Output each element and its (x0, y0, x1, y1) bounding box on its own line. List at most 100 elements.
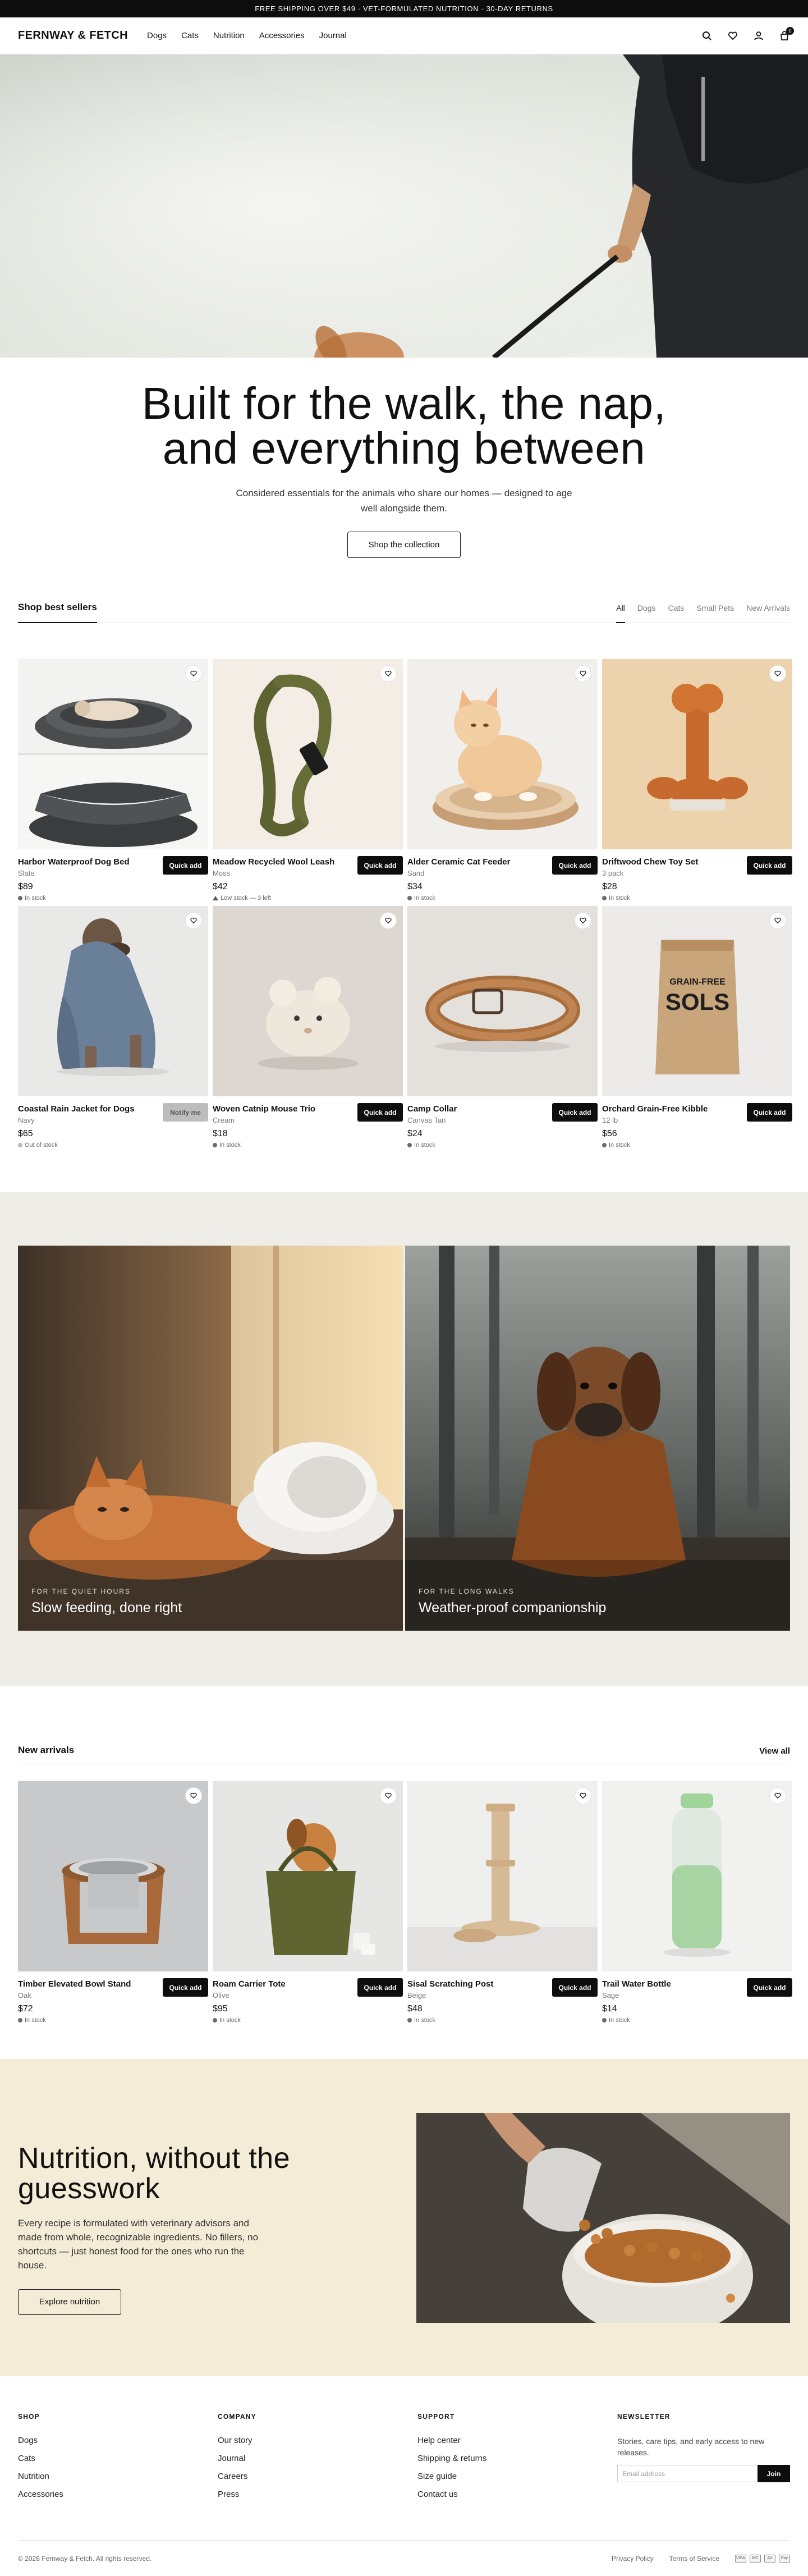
product-card[interactable]: Woven Catnip Mouse Trio Cream $18 In sto… (213, 906, 403, 1153)
quick-add-button[interactable]: Quick add (163, 1978, 208, 1997)
footer-link[interactable]: Nutrition (18, 2472, 218, 2481)
product-card[interactable]: Sisal Scratching Post Beige $48 In stock… (407, 1781, 598, 2028)
footer-link[interactable]: Cats (18, 2454, 218, 2463)
terms-of-service-link[interactable]: Terms of Service (669, 2555, 719, 2563)
product-meta: Coastal Rain Jacket for Dogs Navy $65 Ou… (18, 1096, 208, 1153)
product-card[interactable]: Roam Carrier Tote Olive $95 In stock Qui… (213, 1781, 403, 2028)
stock-dot-icon (407, 896, 412, 900)
newsletter-email-input[interactable] (617, 2465, 758, 2482)
product-image[interactable] (602, 1781, 792, 1971)
user-icon[interactable] (753, 30, 764, 42)
product-card[interactable]: Meadow Recycled Wool Leash Moss $42 Low … (213, 659, 403, 906)
footer-link[interactable]: Shipping & returns (417, 2454, 617, 2463)
product-image[interactable] (213, 906, 403, 1096)
product-meta: Roam Carrier Tote Olive $95 In stock Qui… (213, 1971, 403, 2028)
quick-add-button[interactable]: Quick add (163, 856, 208, 875)
wishlist-heart-icon[interactable] (770, 666, 786, 681)
wishlist-heart-icon[interactable] (575, 1788, 591, 1804)
editorial-caption: FOR THE LONG WALKS Weather-proof compani… (419, 1587, 606, 1616)
footer-link[interactable]: Accessories (18, 2490, 218, 2499)
product-price: $65 (18, 1129, 33, 1138)
quick-add-button[interactable]: Quick add (357, 1978, 403, 1997)
quick-add-button[interactable]: Quick add (552, 856, 598, 875)
filter-dogs[interactable]: Dogs (637, 603, 656, 612)
footer-column-support: SUPPORT Help center Shipping & returns S… (417, 2413, 617, 2508)
bag-icon[interactable]: 0 (779, 26, 794, 42)
nav-dogs[interactable]: Dogs (147, 31, 167, 40)
notify-me-button[interactable]: Notify me (163, 1103, 208, 1122)
product-meta: Camp Collar Canvas Tan $24 In stock Quic… (407, 1096, 598, 1153)
wishlist-heart-icon[interactable] (186, 666, 201, 681)
newsletter-join-button[interactable]: Join (758, 2465, 790, 2482)
product-price: $24 (407, 1129, 423, 1138)
editorial-tile-cat[interactable]: FOR THE QUIET HOURS Slow feeding, done r… (18, 1246, 403, 1631)
explore-nutrition-button[interactable]: Explore nutrition (18, 2289, 121, 2315)
product-image[interactable] (213, 1781, 403, 1971)
logo[interactable]: FERNWAY & FETCH (18, 29, 128, 42)
product-image[interactable] (407, 659, 598, 849)
nav-accessories[interactable]: Accessories (259, 31, 305, 40)
wishlist-heart-icon[interactable] (575, 913, 591, 928)
footer-link[interactable]: Journal (218, 2454, 417, 2463)
quick-add-button[interactable]: Quick add (747, 1103, 792, 1122)
quick-add-button[interactable]: Quick add (747, 856, 792, 875)
footer-heading: SUPPORT (417, 2413, 455, 2421)
footer-link[interactable]: Press (218, 2490, 417, 2499)
wishlist-heart-icon[interactable] (380, 1788, 396, 1804)
filter-cats[interactable]: Cats (668, 603, 684, 612)
product-image[interactable] (18, 1781, 208, 1971)
privacy-policy-link[interactable]: Privacy Policy (612, 2555, 654, 2563)
filter-all[interactable]: All (616, 603, 625, 623)
wishlist-heart-icon[interactable] (770, 913, 786, 928)
nav-cats[interactable]: Cats (181, 31, 199, 40)
payment-methods: VISA MC AX Pay (735, 2554, 790, 2563)
editorial-headline[interactable]: Slow feeding, done right (31, 1600, 182, 1616)
footer-link[interactable]: Careers (218, 2472, 417, 2481)
product-image[interactable] (407, 1781, 598, 1971)
announcement-bar: FREE SHIPPING OVER $49 · VET-FORMULATED … (0, 0, 808, 17)
wishlist-heart-icon[interactable] (186, 1788, 201, 1804)
product-card[interactable]: Driftwood Chew Toy Set 3 pack $28 In sto… (602, 659, 792, 906)
editorial-tile-dog[interactable]: FOR THE LONG WALKS Weather-proof compani… (405, 1246, 790, 1631)
product-card[interactable]: Camp Collar Canvas Tan $24 In stock Quic… (407, 906, 598, 1153)
nav-journal[interactable]: Journal (319, 31, 347, 40)
footer-link[interactable]: Dogs (18, 2436, 218, 2445)
wishlist-heart-icon[interactable] (770, 1788, 786, 1804)
product-image[interactable]: GRAIN-FREE SOLS (602, 906, 792, 1096)
product-card[interactable]: Alder Ceramic Cat Feeder Sand $34 In sto… (407, 659, 598, 906)
editorial-headline[interactable]: Weather-proof companionship (419, 1600, 606, 1616)
footer-link[interactable]: Size guide (417, 2472, 617, 2481)
wishlist-heart-icon[interactable] (186, 913, 201, 928)
hero-copy: Built for the walk, the nap, and everyth… (0, 358, 808, 591)
wishlist-heart-icon[interactable] (380, 913, 396, 928)
product-image[interactable] (407, 906, 598, 1096)
quick-add-button[interactable]: Quick add (747, 1978, 792, 1997)
product-card[interactable]: Trail Water Bottle Sage $14 In stock Qui… (602, 1781, 792, 2028)
footer-link[interactable]: Contact us (417, 2490, 617, 2499)
product-card[interactable]: Timber Elevated Bowl Stand Oak $72 In st… (18, 1781, 208, 2028)
nav-nutrition[interactable]: Nutrition (213, 31, 245, 40)
shop-collection-button[interactable]: Shop the collection (347, 532, 461, 558)
heart-icon[interactable] (727, 30, 738, 42)
product-image[interactable] (18, 659, 208, 849)
product-card[interactable]: Harbor Waterproof Dog Bed Slate $89 In s… (18, 659, 208, 906)
product-image[interactable] (18, 906, 208, 1096)
newsletter-text: Stories, care tips, and early access to … (617, 2437, 765, 2457)
footer-link[interactable]: Help center (417, 2436, 617, 2445)
search-icon[interactable] (701, 30, 713, 42)
footer-link[interactable]: Our story (218, 2436, 417, 2445)
filter-new-arrivals[interactable]: New Arrivals (746, 603, 790, 612)
wishlist-heart-icon[interactable] (575, 666, 591, 681)
quick-add-button[interactable]: Quick add (552, 1978, 598, 1997)
quick-add-button[interactable]: Quick add (552, 1103, 598, 1122)
product-card[interactable]: GRAIN-FREE SOLS Orchard Grain-Free Kibbl… (602, 906, 792, 1153)
quick-add-button[interactable]: Quick add (357, 1103, 403, 1122)
wishlist-heart-icon[interactable] (380, 666, 396, 681)
product-image[interactable] (213, 659, 403, 849)
view-all-link[interactable]: View all (759, 1746, 790, 1756)
filter-small-pets[interactable]: Small Pets (696, 603, 734, 612)
product-image[interactable] (602, 659, 792, 849)
product-card[interactable]: Coastal Rain Jacket for Dogs Navy $65 Ou… (18, 906, 208, 1153)
stock-status: In stock (602, 895, 792, 902)
quick-add-button[interactable]: Quick add (357, 856, 403, 875)
